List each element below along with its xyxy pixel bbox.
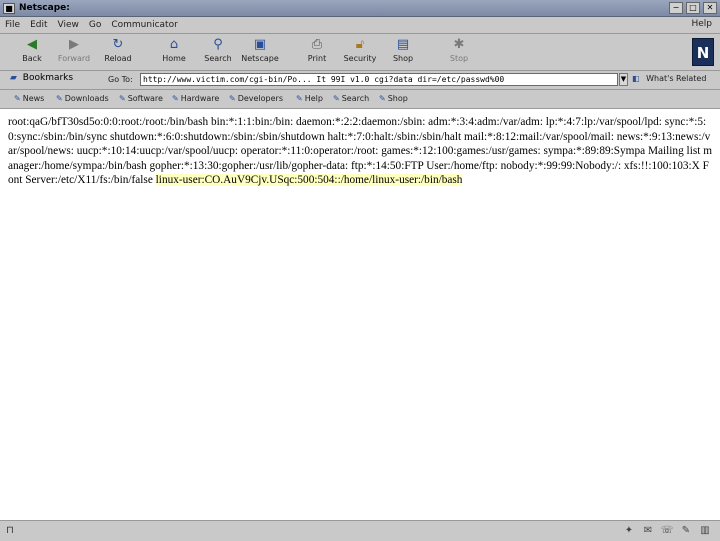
bookmarks-icon: ▰ [10,73,17,83]
personal-link-downloads[interactable]: ✎ Downloads [56,94,109,103]
window-menu-icon[interactable]: ■ [3,2,15,14]
home-icon: ⌂ [169,37,179,52]
bookmark-link-icon: ✎ [229,94,236,103]
personal-link-developers[interactable]: ✎ Developers [229,94,283,103]
location-input[interactable]: http://www.victim.com/cgi-bin/Po... It 9… [140,73,618,86]
bookmark-link-icon: ✎ [379,94,386,103]
menu-help[interactable]: Help [691,19,712,29]
security-status-icon[interactable]: ⊓ [6,525,16,536]
whats-related-button[interactable]: ◧ What's Related [632,74,706,83]
bookmark-link-icon: ✎ [172,94,179,103]
stop-icon: ✱ [453,37,465,52]
bookmarks-button[interactable]: ▰ Bookmarks [10,73,73,83]
print-icon: ⎙ [311,37,323,52]
close-button[interactable]: ✕ [703,2,717,14]
search-button[interactable]: ⚲ Search [196,36,240,68]
title-bar: ■ Netscape: − □ ✕ [0,0,720,17]
highlighted-passwd-entry: linux-user:CO.AuV9Cjv.USqc:500:504::/hom… [155,174,463,186]
bookmark-link-icon: ✎ [14,94,21,103]
personal-link-software[interactable]: ✎ Software [119,94,163,103]
page-content: root:qaG/bfT30sd5o:0:0:root:/root:/bin/b… [0,109,720,520]
bookmark-link-icon: ✎ [296,94,303,103]
status-bar: ⊓ ✦ ✉ ☏ ✎ ▥ [0,520,720,541]
personal-toolbar: ✎ News ✎ Downloads ✎ Software ✎ Hardware ✎ De… [0,90,720,109]
menu-edit[interactable]: Edit [25,20,52,30]
personal-link-news[interactable]: ✎ News [14,94,44,103]
minimize-button[interactable]: − [669,2,683,14]
security-button[interactable]: 🔓︎ Security [338,36,382,68]
netscape-icon: ▣ [253,37,267,52]
component-bar: ✦ ✉ ☏ ✎ ▥ [622,524,712,537]
passwd-file-text: root:qaG/bfT30sd5o:0:0:root:/root:/bin/b… [8,115,712,188]
shop-icon: ▤ [396,37,410,52]
personal-link-help[interactable]: ✎ Help [296,94,323,103]
print-button[interactable]: ⎙ Print [295,36,339,68]
back-arrow-icon: ◀ [27,37,37,52]
personal-link-hardware[interactable]: ✎ Hardware [172,94,219,103]
menu-communicator[interactable]: Communicator [106,20,182,30]
maximize-button[interactable]: □ [686,2,700,14]
stop-button[interactable]: ✱ Stop [437,36,481,68]
location-toolbar: ▰ Bookmarks Go To: http://www.victim.com… [0,71,720,90]
menu-file[interactable]: File [0,20,25,30]
composer-icon[interactable]: ✎ [679,524,693,537]
reload-button[interactable]: ↻ Reload [96,36,140,68]
location-dropdown-icon[interactable]: ▼ [619,73,628,86]
back-button[interactable]: ◀ Back [10,36,54,68]
search-icon: ⚲ [213,37,223,52]
reload-icon: ↻ [112,37,124,52]
goto-label: Go To: [108,75,133,84]
forward-arrow-icon: ▶ [69,37,79,52]
bookmark-link-icon: ✎ [56,94,63,103]
personal-link-search[interactable]: ✎ Search [333,94,369,103]
navigator-icon[interactable]: ✦ [622,524,636,537]
security-lock-icon: 🔓︎ [355,37,365,52]
menu-view[interactable]: View [53,20,84,30]
bookmark-link-icon: ✎ [333,94,340,103]
navigation-toolbar: ◀ Back ▶ Forward ↻ Reload ⌂ Home ⚲ Searc… [0,34,720,71]
menu-bar: File Edit View Go Communicator Help [0,17,720,34]
window-title: Netscape: [19,3,70,13]
shop-button[interactable]: ▤ Shop [381,36,425,68]
forward-button[interactable]: ▶ Forward [52,36,96,68]
mail-icon[interactable]: ✉ [641,524,655,537]
discussion-icon[interactable]: ☏ [660,524,674,537]
address-book-icon[interactable]: ▥ [698,524,712,537]
menu-go[interactable]: Go [84,20,106,30]
netscape-logo: N [692,38,714,66]
home-button[interactable]: ⌂ Home [152,36,196,68]
netscape-button[interactable]: ▣ Netscape [238,36,282,68]
whats-related-icon: ◧ [632,74,640,83]
personal-link-shop[interactable]: ✎ Shop [379,94,408,103]
bookmark-link-icon: ✎ [119,94,126,103]
